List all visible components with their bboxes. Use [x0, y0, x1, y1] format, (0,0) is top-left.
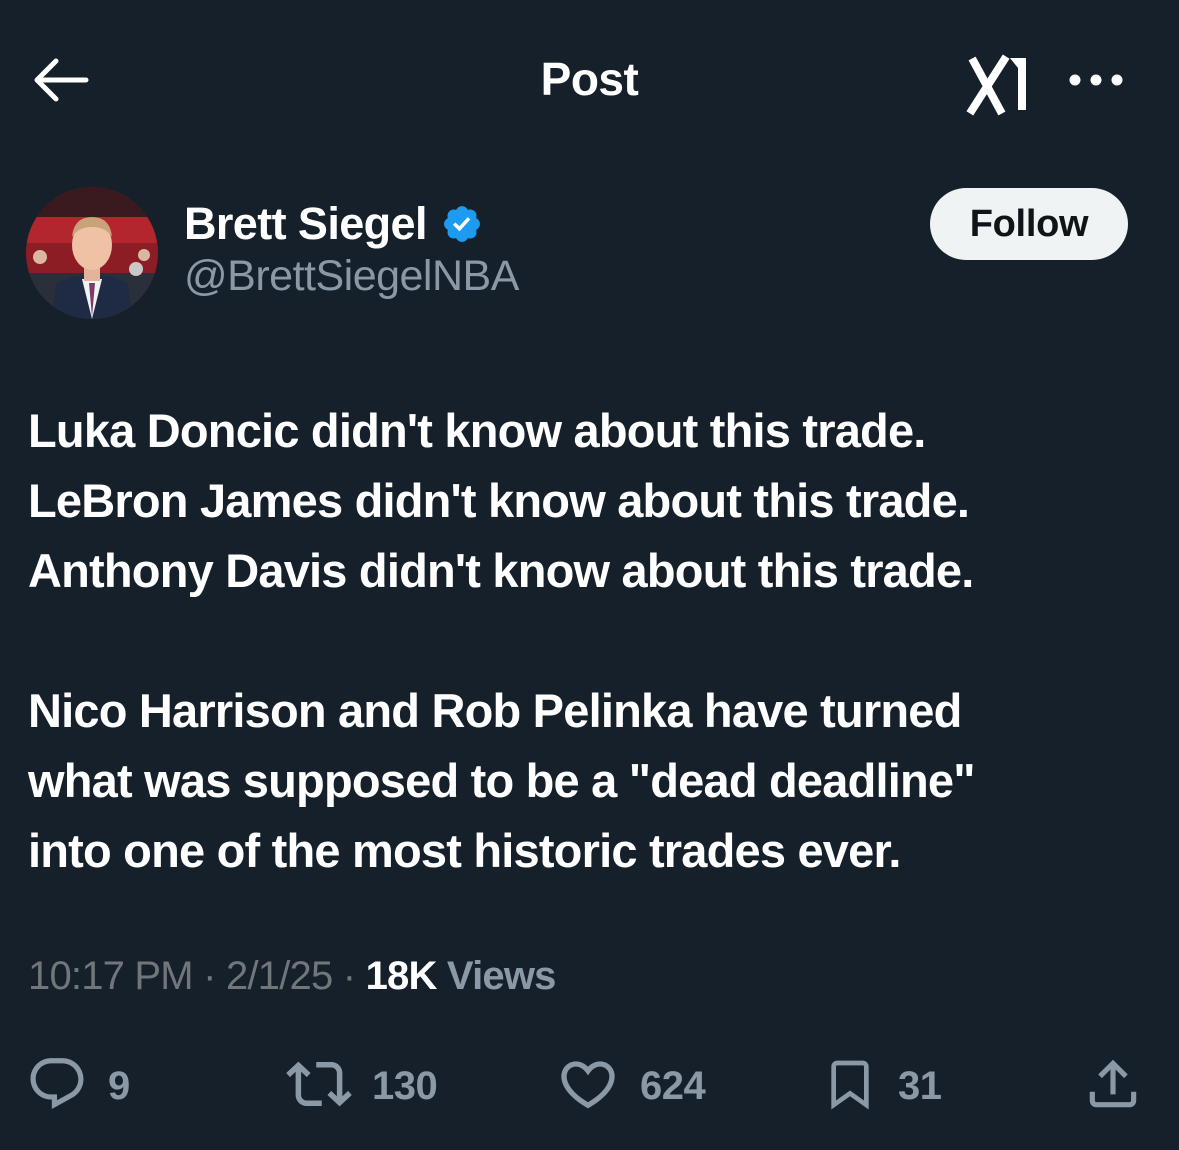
more-dots-icon [1068, 73, 1124, 92]
views-label: Views [446, 954, 556, 998]
grok-button[interactable] [960, 46, 1038, 124]
tweet-line: Anthony Davis didn't know about this tra… [28, 544, 974, 597]
like-count: 624 [640, 1063, 706, 1108]
paragraph-break [28, 606, 1148, 676]
views-count[interactable]: 18K [366, 954, 438, 998]
reply-button[interactable]: 9 [26, 1050, 130, 1122]
bookmark-button[interactable]: 31 [822, 1050, 942, 1122]
meta-separator: · [342, 954, 356, 998]
heart-icon [556, 1052, 620, 1121]
tweet-text: Luka Doncic didn't know about this trade… [28, 396, 1148, 886]
author-row: Brett Siegel @BrettSiegelNBA Follow [0, 180, 1179, 330]
reply-count: 9 [108, 1063, 130, 1108]
share-button[interactable] [1082, 1050, 1144, 1122]
meta-separator: · [203, 954, 216, 998]
tweet-line: what was supposed to be a "dead deadline… [28, 754, 976, 807]
author-name-row: Brett Siegel [184, 198, 483, 250]
bookmark-count: 31 [898, 1063, 942, 1108]
repost-icon [286, 1051, 352, 1122]
post-meta: 10:17 PM · 2/1/25 · 18K Views [28, 954, 556, 999]
post-date[interactable]: 2/1/25 [226, 954, 333, 998]
repost-count: 130 [372, 1063, 438, 1108]
action-bar: 9 130 624 31 [0, 1050, 1179, 1122]
verified-badge-icon [441, 203, 483, 245]
author-name[interactable]: Brett Siegel [184, 198, 427, 250]
tweet-line: LeBron James didn't know about this trad… [28, 474, 970, 527]
author-handle[interactable]: @BrettSiegelNBA [184, 252, 519, 301]
top-bar: Post [0, 0, 1179, 160]
grok-icon [966, 50, 1032, 121]
tweet-line: into one of the most historic trades eve… [28, 824, 901, 877]
follow-button[interactable]: Follow [930, 188, 1128, 260]
share-icon [1082, 1053, 1144, 1120]
repost-button[interactable]: 130 [286, 1050, 438, 1122]
post-time[interactable]: 10:17 PM [28, 954, 194, 998]
tweet-line: Luka Doncic didn't know about this trade… [28, 404, 926, 457]
reply-icon [26, 1053, 88, 1120]
avatar[interactable] [26, 187, 158, 319]
tweet-line: Nico Harrison and Rob Pelinka have turne… [28, 684, 962, 737]
like-button[interactable]: 624 [556, 1050, 706, 1122]
bookmark-icon [822, 1052, 878, 1121]
more-options-button[interactable] [1060, 54, 1132, 110]
